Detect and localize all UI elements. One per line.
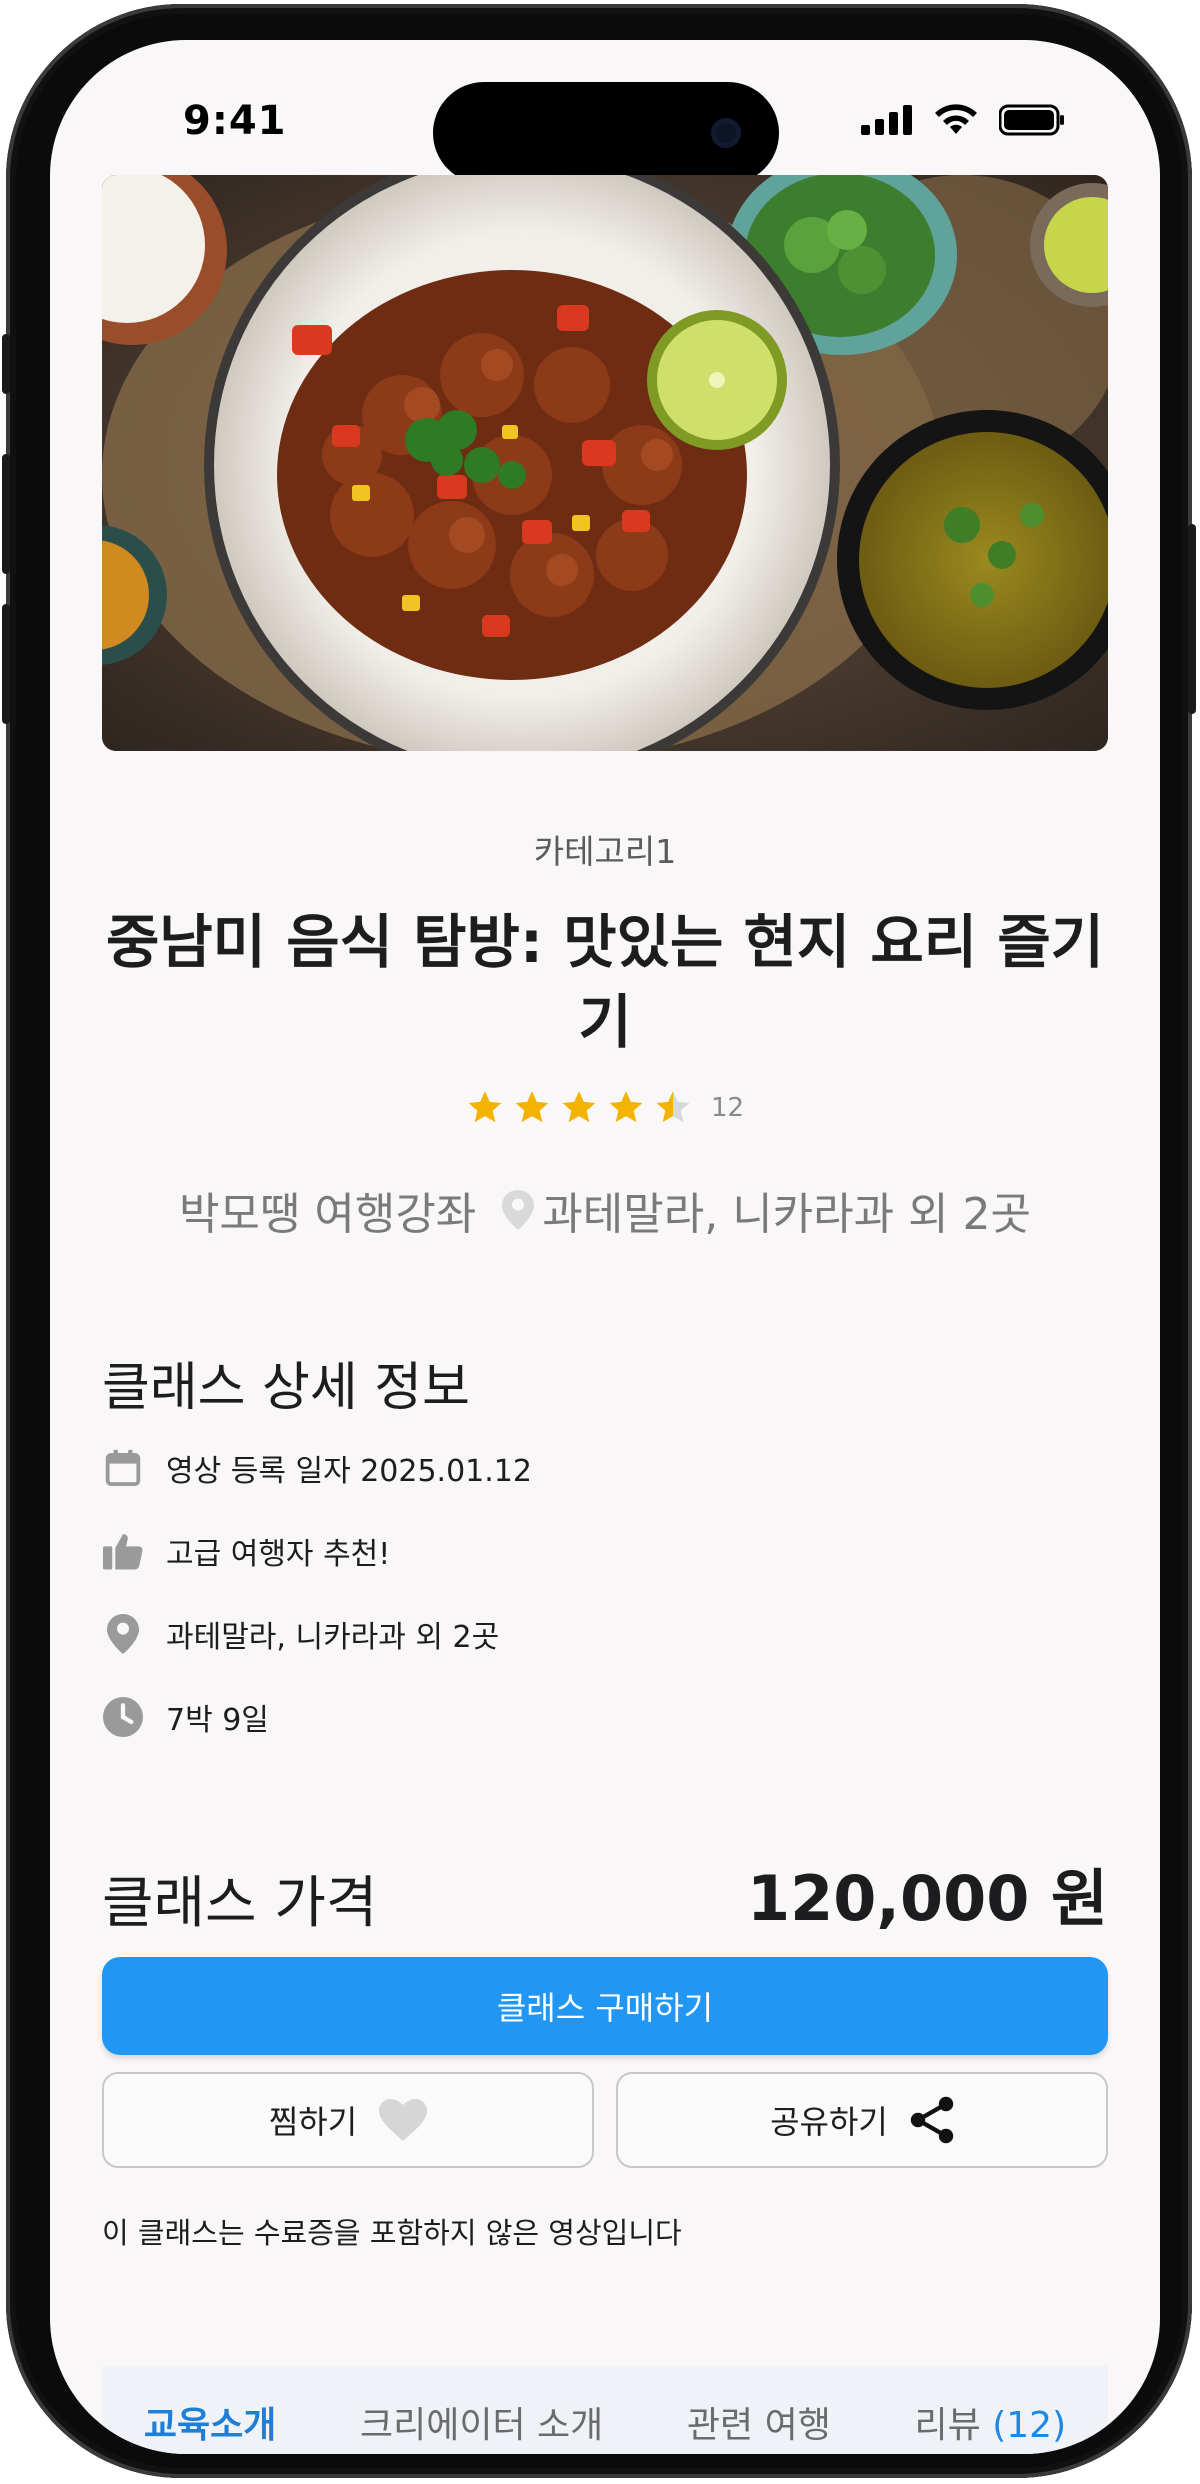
star-icon: [468, 1091, 502, 1123]
clock-icon: [102, 1696, 144, 1738]
battery-icon: [999, 104, 1064, 136]
share-label: 공유하기: [770, 2103, 888, 2141]
app-screen: 9:41 카테고리1 중남미 음식 탐방: 맛있는 현지 요리 즐기기 12 박…: [50, 40, 1160, 2454]
tab-reviews-label: 리뷰: [914, 2405, 981, 2446]
detail-text: 과테말라, 니카라과 외 2곳: [166, 1620, 500, 1655]
detail-text: 고급 여행자 추천!: [166, 1537, 391, 1572]
star-half-icon: [656, 1091, 690, 1123]
creator-name[interactable]: 박모땡 여행강좌: [179, 1178, 476, 1242]
location-pin-icon: [502, 1190, 535, 1230]
status-time: 9:41: [183, 98, 287, 144]
tab-reviews-count: (12): [992, 2405, 1067, 2446]
wishlist-label: 찜하기: [268, 2103, 358, 2141]
star-icon: [515, 1091, 549, 1123]
food-photo: [102, 175, 1108, 751]
wishlist-button[interactable]: 찜하기: [102, 2072, 594, 2168]
thumbs-up-icon: [102, 1530, 144, 1572]
section-tabs: 교육소개 크리에이터 소개 관련 여행 리뷰 (12): [102, 2366, 1108, 2454]
heart-icon: [379, 2099, 428, 2141]
detail-recommendation: 고급 여행자 추천!: [102, 1529, 390, 1573]
creator-location-line: 박모땡 여행강좌 과테말라, 니카라과 외 2곳: [50, 1178, 1160, 1242]
price-value: 120,000 원: [746, 1862, 1108, 1935]
volume-up-button: [2, 454, 10, 574]
phone-frame: 9:41 카테고리1 중남미 음식 탐방: 맛있는 현지 요리 즐기기 12 박…: [2, 4, 1196, 2478]
course-hero-image: [102, 175, 1108, 751]
silent-switch: [2, 334, 10, 394]
share-button[interactable]: 공유하기: [616, 2072, 1108, 2168]
tab-intro[interactable]: 교육소개: [144, 2396, 276, 2448]
detail-text: 영상 등록 일자 2025.01.12: [166, 1454, 532, 1489]
detail-location: 과테말라, 니카라과 외 2곳: [102, 1612, 499, 1656]
rating-row: 12: [50, 1090, 1160, 1126]
detail-duration: 7박 9일: [102, 1695, 269, 1739]
tab-related-trips[interactable]: 관련 여행: [687, 2396, 831, 2448]
course-title: 중남미 음식 탐방: 맛있는 현지 요리 즐기기: [105, 908, 1105, 1056]
wifi-icon: [935, 104, 977, 134]
course-location: 과테말라, 니카라과 외 2곳: [542, 1189, 1032, 1240]
status-icons: [861, 104, 1065, 136]
calendar-icon: [102, 1447, 144, 1489]
purchase-button[interactable]: 클래스 구매하기: [102, 1957, 1108, 2055]
detail-upload-date: 영상 등록 일자 2025.01.12: [102, 1446, 532, 1490]
location-pin-icon: [102, 1613, 144, 1655]
power-button: [1188, 524, 1196, 714]
share-icon: [910, 2096, 954, 2144]
certificate-notice: 이 클래스는 수료증을 포함하지 않은 영상입니다: [102, 2216, 682, 2250]
signal-icon: [861, 105, 912, 135]
tab-reviews[interactable]: 리뷰 (12): [915, 2396, 1067, 2448]
course-category: 카테고리1: [533, 832, 677, 871]
review-count: 12: [710, 1093, 745, 1123]
star-icon: [609, 1091, 643, 1123]
star-icon: [562, 1091, 596, 1123]
volume-down-button: [2, 604, 10, 724]
tab-creator[interactable]: 크리에이터 소개: [360, 2396, 603, 2448]
front-camera: [711, 118, 741, 148]
dynamic-island: [433, 82, 779, 184]
price-label: 클래스 가격: [102, 1871, 378, 1936]
details-section-title: 클래스 상세 정보: [102, 1358, 470, 1418]
detail-text: 7박 9일: [166, 1703, 269, 1738]
